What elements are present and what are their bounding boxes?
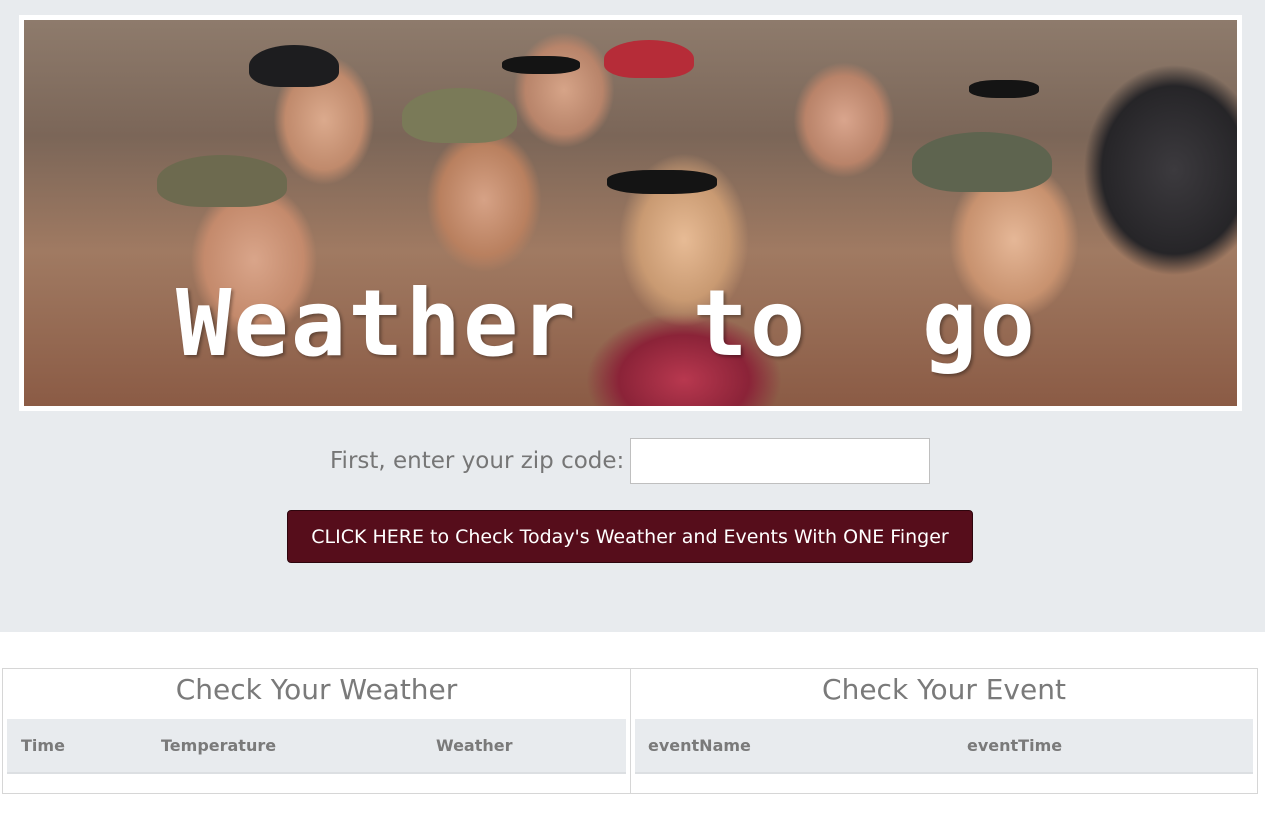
column-header-event-name: eventName <box>648 736 751 755</box>
column-header-temperature: Temperature <box>161 736 277 755</box>
cap-shape <box>402 88 517 143</box>
column-header-weather: Weather <box>436 736 513 755</box>
weather-panel: Check Your Weather Time Temperature Weat… <box>2 668 631 794</box>
column-header-event-time: eventTime <box>967 736 1063 755</box>
sunglasses-shape <box>607 170 717 194</box>
cap-shape <box>249 45 339 87</box>
cap-shape <box>912 132 1052 192</box>
sunglasses-shape <box>969 80 1039 98</box>
banner-title: Weather to go <box>176 270 1037 377</box>
cap-shape <box>157 155 287 207</box>
jumbotron: Weather to go First, enter your zip code… <box>0 0 1265 632</box>
banner-image: Weather to go <box>24 20 1237 406</box>
sunglasses-shape <box>502 56 580 74</box>
column-header-time: Time <box>21 736 65 755</box>
event-panel-title: Check Your Event <box>822 673 1066 706</box>
event-panel: Check Your Event eventName eventTime <box>630 668 1258 794</box>
zip-label: First, enter your zip code: <box>330 448 625 474</box>
event-table-header: eventName eventTime <box>635 719 1253 774</box>
zip-row: First, enter your zip code: <box>0 436 1265 484</box>
weather-table-header: Time Temperature Weather <box>7 719 626 774</box>
weather-panel-title: Check Your Weather <box>175 673 458 706</box>
check-weather-events-button[interactable]: CLICK HERE to Check Today's Weather and … <box>287 510 973 563</box>
banner-frame: Weather to go <box>19 15 1242 411</box>
cap-shape <box>604 40 694 78</box>
zip-input[interactable] <box>630 438 930 484</box>
